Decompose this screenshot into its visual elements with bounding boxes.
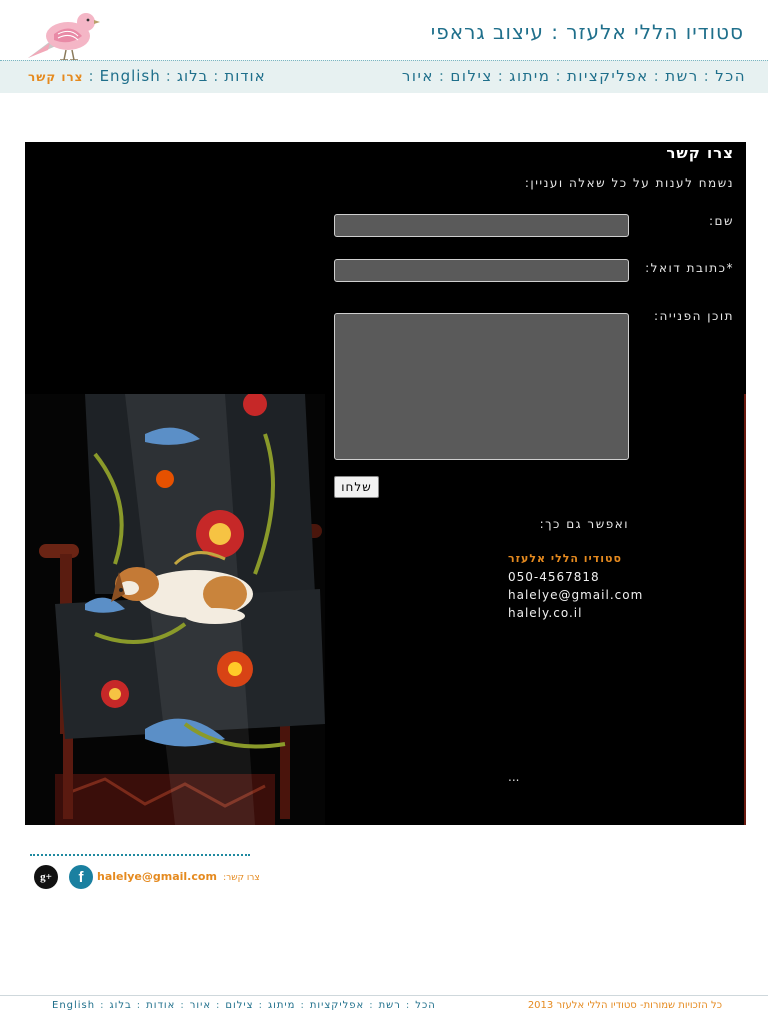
footer-separator: : bbox=[216, 1000, 221, 1011]
name-input[interactable] bbox=[334, 214, 629, 237]
form-title: צרו קשר bbox=[666, 144, 734, 162]
nav-main-menu: הכל:רשת:אפליקציות:מיתוג:צילום:איור bbox=[402, 67, 746, 85]
nav-item-english[interactable]: English bbox=[100, 67, 161, 85]
footer-item-apps[interactable]: אפליקציות bbox=[310, 1000, 364, 1011]
footer-item-about[interactable]: אודות bbox=[146, 1000, 175, 1011]
social-contact-email[interactable]: halelye@gmail.com bbox=[97, 870, 217, 883]
footer-item-all[interactable]: הכל bbox=[415, 1000, 436, 1011]
phone-number: 050-4567818 bbox=[508, 570, 600, 584]
footer-separator: : bbox=[100, 1000, 105, 1011]
footer-separator: : bbox=[258, 1000, 263, 1011]
nav-separator: : bbox=[555, 67, 563, 85]
nav-item-apps[interactable]: אפליקציות bbox=[567, 67, 649, 85]
send-button[interactable]: שלחו bbox=[334, 476, 379, 498]
nav-separator: : bbox=[165, 67, 172, 85]
footer-item-branding[interactable]: מיתוג bbox=[268, 1000, 295, 1011]
nav-secondary-menu: אודות:בלוג:English:צרו קשר bbox=[28, 67, 266, 85]
nav-separator: : bbox=[438, 67, 446, 85]
alternative-contact-title: ואפשר גם כך: bbox=[539, 517, 629, 531]
nav-separator: : bbox=[653, 67, 661, 85]
form-intro-text: נשמח לענות על כל שאלה ועניין: bbox=[524, 176, 734, 190]
footer-item-illustration[interactable]: איור bbox=[190, 1000, 211, 1011]
website-link[interactable]: halely.co.il bbox=[508, 604, 708, 622]
name-label: שם: bbox=[708, 214, 734, 228]
footer-separator: : bbox=[180, 1000, 185, 1011]
footer-item-english[interactable]: English bbox=[52, 1000, 95, 1011]
main-nav-bar: הכל:רשת:אפליקציות:מיתוג:צילום:איור אודות… bbox=[0, 60, 768, 93]
nav-item-photography[interactable]: צילום bbox=[450, 67, 492, 85]
footer-separator: : bbox=[369, 1000, 374, 1011]
google-plus-icon[interactable]: g+ bbox=[34, 865, 58, 889]
nav-separator: : bbox=[703, 67, 711, 85]
contact-details: סטודיו הללי אלעזר 050-4567818 halelye@gm… bbox=[508, 550, 708, 622]
nav-item-web[interactable]: רשת bbox=[665, 67, 698, 85]
message-textarea[interactable] bbox=[334, 313, 629, 460]
contact-panel: צרו קשר נשמח לענות על כל שאלה ועניין: שם… bbox=[25, 142, 746, 825]
nav-item-illustration[interactable]: איור bbox=[402, 67, 434, 85]
facebook-icon[interactable]: f bbox=[69, 865, 93, 889]
email-input[interactable] bbox=[334, 259, 629, 282]
nav-item-branding[interactable]: מיתוג bbox=[509, 67, 550, 85]
social-contact-label: צרו קשר: bbox=[223, 873, 260, 883]
footer-item-web[interactable]: רשת bbox=[379, 1000, 401, 1011]
photo-edge bbox=[744, 394, 746, 825]
footer-separator: : bbox=[136, 1000, 142, 1011]
nav-item-contact[interactable]: צרו קשר bbox=[28, 70, 84, 84]
nav-item-all[interactable]: הכל bbox=[715, 67, 746, 85]
bird-logo-icon[interactable] bbox=[26, 10, 102, 66]
site-header: סטודיו הללי אלעזר : עיצוב גראפי bbox=[0, 0, 768, 62]
nav-separator: : bbox=[497, 67, 505, 85]
studio-name: סטודיו הללי אלעזר bbox=[508, 552, 622, 565]
nav-separator: : bbox=[213, 67, 220, 85]
footer-item-blog[interactable]: בלוג bbox=[109, 1000, 131, 1011]
social-contact-line: צרו קשר: halelye@gmail.com bbox=[97, 870, 260, 883]
nav-separator: : bbox=[88, 67, 95, 85]
nav-item-blog[interactable]: בלוג bbox=[177, 67, 208, 85]
footer-separator: : bbox=[300, 1000, 305, 1011]
copyright-text: כל הזכויות שמורות- סטודיו הללי אלעזר 201… bbox=[527, 1000, 722, 1011]
footer-divider bbox=[0, 995, 768, 996]
social-contact-block: g+ f צרו קשר: halelye@gmail.com bbox=[30, 848, 260, 892]
message-label: תוכן הפנייה: bbox=[654, 309, 734, 323]
dotted-divider bbox=[30, 854, 250, 856]
nav-item-about[interactable]: אודות bbox=[224, 67, 265, 85]
contact-email-link[interactable]: halelye@gmail.com bbox=[508, 586, 708, 604]
site-title[interactable]: סטודיו הללי אלעזר : עיצוב גראפי bbox=[431, 20, 744, 44]
email-label: *כתובת דואל: bbox=[645, 261, 734, 275]
ellipsis-text: ... bbox=[508, 770, 520, 784]
footer-item-photography[interactable]: צילום bbox=[225, 1000, 253, 1011]
footer-nav: הכל: רשת: אפליקציות: מיתוג: צילום: איור: אודות… bbox=[52, 1000, 436, 1011]
footer-separator: : bbox=[405, 1000, 411, 1011]
dog-on-armchair-photo bbox=[25, 394, 325, 825]
